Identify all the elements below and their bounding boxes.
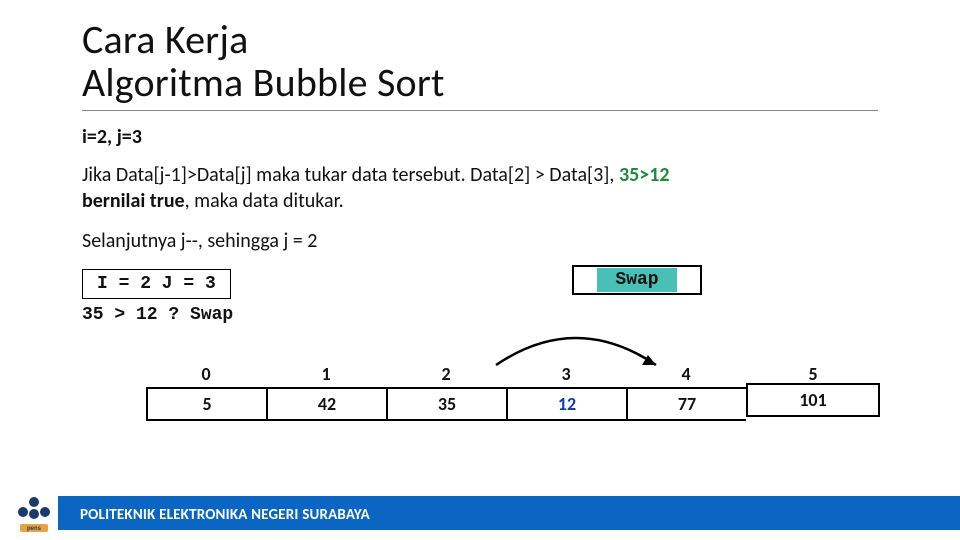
value-cell: 101 [746, 383, 880, 417]
index-cell: 4 [626, 363, 746, 385]
swap-badge: Swap [572, 265, 702, 295]
compare-highlight: 35>12 [619, 163, 670, 187]
footer-text: POLITEKNIK ELEKTRONIKA NEGERI SURABAYA [80, 506, 370, 524]
para-tail: , maka data ditukar. [185, 189, 344, 213]
index-cell: 1 [266, 363, 386, 385]
index-cell: 5 [746, 363, 880, 385]
ij-box: I = 2 J = 3 [82, 269, 231, 299]
footer: POLITEKNIK ELEKTRONIKA NEGERI SURABAYA p… [0, 486, 960, 540]
swap-label: Swap [597, 268, 676, 292]
value-cell-highlight: 12 [506, 387, 626, 421]
index-cell: 3 [506, 363, 626, 385]
pens-logo-icon: pens [12, 490, 56, 534]
index-cell: 0 [146, 363, 266, 385]
state-label: i=2, j=3 [82, 125, 878, 149]
array-diagram: 0 1 2 3 4 5 5 42 35 12 77 101 [82, 335, 878, 445]
para-true: bernilai true [82, 189, 185, 213]
value-cell: 77 [626, 387, 746, 421]
value-cell: 35 [386, 387, 506, 421]
index-cell: 2 [386, 363, 506, 385]
explanation-paragraph: Jika Data[j-1]>Data[j] maka tukar data t… [82, 163, 878, 214]
value-cell: 5 [146, 387, 266, 421]
value-row: 5 42 35 12 77 101 [146, 387, 880, 421]
index-row: 0 1 2 3 4 5 [146, 363, 880, 385]
value-cell: 42 [266, 387, 386, 421]
slide-title: Cara KerjaAlgoritma Bubble Sort [82, 18, 878, 111]
svg-text:pens: pens [27, 526, 42, 532]
para-lead: Jika Data[j-1]>Data[j] maka tukar data t… [82, 163, 619, 187]
next-step: Selanjutnya j--, sehingga j = 2 [82, 229, 878, 253]
condition-text: 35 > 12 ? Swap [82, 305, 233, 325]
